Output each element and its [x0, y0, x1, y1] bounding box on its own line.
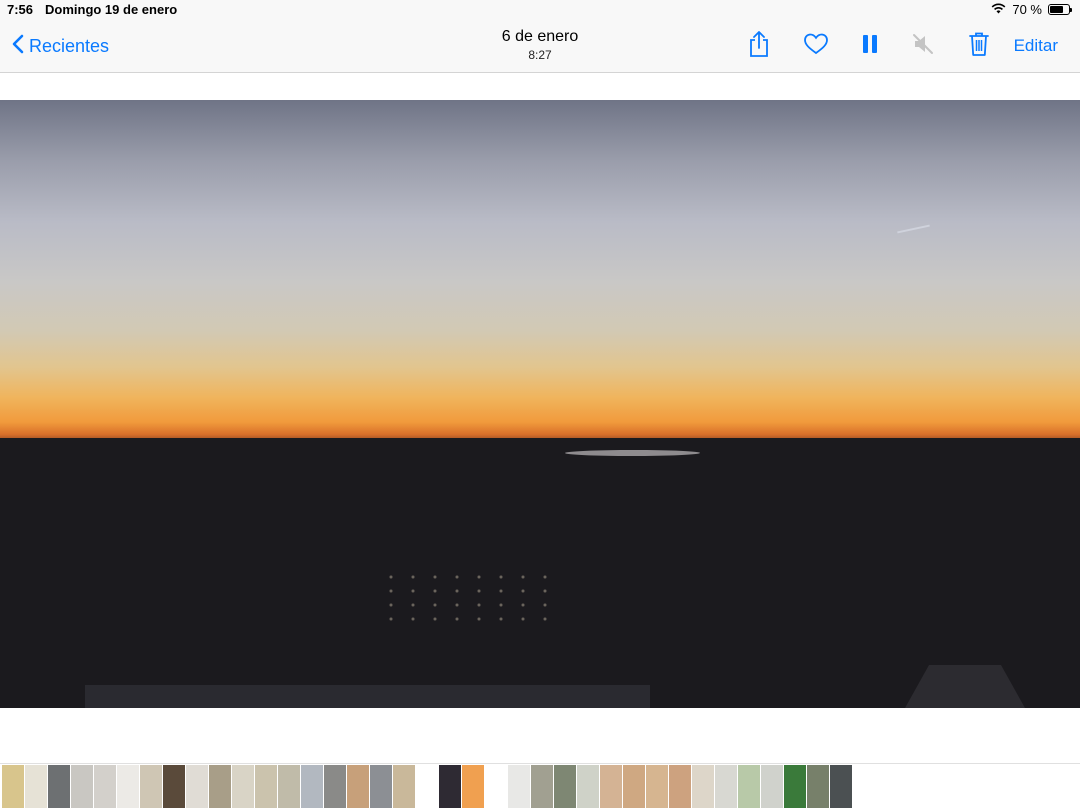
photo-thumbnail[interactable]: [117, 765, 139, 808]
back-button[interactable]: Recientes: [12, 34, 109, 59]
photo-thumbnail[interactable]: [278, 765, 300, 808]
photo-thumbnail[interactable]: [623, 765, 645, 808]
delete-button[interactable]: [965, 32, 993, 60]
pause-icon: [861, 34, 879, 59]
battery-percentage: 70 %: [1012, 2, 1042, 17]
photo-thumbnail[interactable]: [347, 765, 369, 808]
page-title: 6 de enero: [501, 28, 579, 45]
mute-icon: [911, 32, 935, 61]
photo-thumbnail[interactable]: [669, 765, 691, 808]
photo-thumbnail[interactable]: [416, 765, 438, 808]
photo-thumbnail[interactable]: [439, 765, 461, 808]
photo-thumbnail[interactable]: [25, 765, 47, 808]
favorite-button[interactable]: [802, 32, 830, 60]
page-subtitle: 8:27: [528, 48, 552, 62]
trash-icon: [968, 31, 990, 62]
photo-roof: [85, 685, 650, 708]
photo-thumbnail[interactable]: [186, 765, 208, 808]
photo-thumbnail[interactable]: [232, 765, 254, 808]
photo-thumbnail[interactable]: [370, 765, 392, 808]
photo-thumbnail[interactable]: [531, 765, 553, 808]
status-indicators: 70 %: [991, 2, 1072, 17]
share-button[interactable]: [745, 30, 773, 63]
chevron-left-icon: [12, 34, 24, 59]
thumbnail-strip[interactable]: [0, 763, 1080, 808]
photo-thumbnail[interactable]: [140, 765, 162, 808]
photo-contrail: [897, 224, 930, 234]
photo-thumbnail[interactable]: [692, 765, 714, 808]
photo-thumbnail[interactable]: [807, 765, 829, 808]
photo-thumbnail[interactable]: [163, 765, 185, 808]
photo-thumbnail[interactable]: [784, 765, 806, 808]
photo-thumbnail[interactable]: [255, 765, 277, 808]
battery-icon: [1048, 4, 1072, 15]
photo-thumbnail[interactable]: [462, 765, 484, 808]
photo-thumbnail[interactable]: [48, 765, 70, 808]
photo-thumbnail[interactable]: [761, 765, 783, 808]
photo-thumbnail[interactable]: [830, 765, 852, 808]
photo-thumbnail[interactable]: [393, 765, 415, 808]
photo-thumbnail[interactable]: [324, 765, 346, 808]
photo-thumbnail[interactable]: [301, 765, 323, 808]
photo-thumbnail[interactable]: [554, 765, 576, 808]
status-time: 7:56: [7, 2, 34, 17]
photo-thumbnail[interactable]: [71, 765, 93, 808]
heart-icon: [803, 32, 829, 61]
nav-bar: Recientes 6 de enero 8:27 Editar: [0, 20, 1080, 73]
back-label: Recientes: [29, 36, 110, 56]
wifi-icon: [991, 2, 1006, 17]
photo-thumbnail[interactable]: [94, 765, 116, 808]
photo-thumbnail[interactable]: [738, 765, 760, 808]
pause-button[interactable]: [856, 32, 884, 60]
status-bar: 7:56 Domingo 19 de enero 70 %: [0, 0, 1080, 20]
photo-thumbnail[interactable]: [209, 765, 231, 808]
photo-thumbnail[interactable]: [600, 765, 622, 808]
photo-thumbnail[interactable]: [715, 765, 737, 808]
photo-thumbnail[interactable]: [577, 765, 599, 808]
photo-thumbnail[interactable]: [485, 765, 507, 808]
photo-thumbnail[interactable]: [646, 765, 668, 808]
sunset-photo[interactable]: [0, 100, 1080, 708]
status-date: Domingo 19 de enero: [45, 2, 178, 17]
edit-button[interactable]: Editar: [1014, 36, 1058, 56]
mute-button[interactable]: [909, 32, 937, 60]
photo-thumbnail[interactable]: [508, 765, 530, 808]
share-icon: [748, 30, 770, 63]
photo-town-lights: [380, 570, 560, 630]
photo-thumbnail[interactable]: [2, 765, 24, 808]
